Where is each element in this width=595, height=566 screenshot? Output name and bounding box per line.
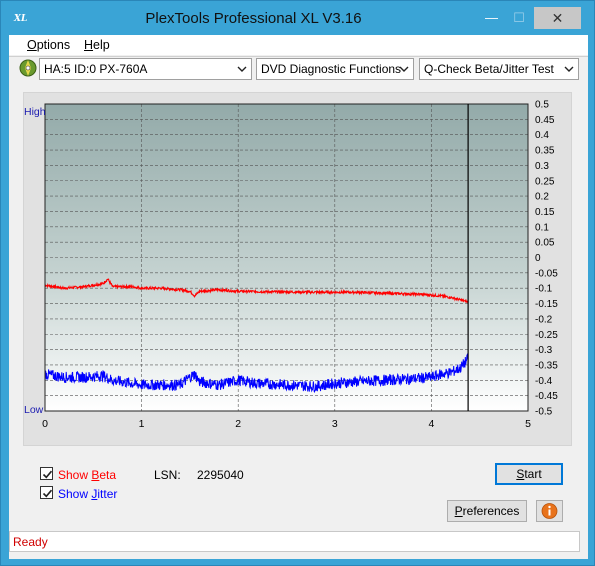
x-tick-label: 2 [235,418,241,430]
menu-options-mnemonic: O [27,38,37,52]
controls-panel: Show Beta Show Jitter LSN: 2295040 Start… [9,453,588,528]
y-tick-label: 0.35 [535,146,555,157]
x-tick-label: 5 [525,418,531,430]
function-select-value: DVD Diagnostic Functions [261,62,402,76]
maximize-button[interactable]: ☐ [505,7,533,29]
high-label: High [24,106,46,118]
close-button[interactable]: ✕ [534,7,581,29]
y-tick-label: -0.1 [535,284,553,295]
x-tick-label: 4 [428,418,434,430]
drive-select[interactable]: HA:5 ID:0 PX-760A [39,58,252,80]
preferences-button[interactable]: Preferences [447,500,527,522]
minimize-button[interactable]: — [478,7,505,29]
preferences-rest: references [462,504,520,518]
start-rest: tart [524,467,542,481]
chevron-down-icon [237,66,247,72]
y-tick-label: -0.25 [535,330,558,341]
show-beta-label[interactable]: Show Beta [58,468,116,482]
show-beta-rest: eta [99,468,117,482]
info-button[interactable] [536,500,563,522]
status-text: Ready [13,535,48,549]
show-beta-prefix: Show [58,468,92,482]
checkmark-icon [42,489,53,498]
test-select-value: Q-Check Beta/Jitter Test [424,62,554,76]
test-select[interactable]: Q-Check Beta/Jitter Test [419,58,579,80]
y-tick-label: 0.1 [535,222,549,233]
lsn-value: 2295040 [197,468,244,482]
title-bar[interactable]: XL PlexTools Professional XL V3.16 — ☐ ✕ [1,1,594,37]
low-label: Low [24,404,44,416]
y-tick-label: 0.3 [535,161,549,172]
y-tick-label: -0.2 [535,314,553,325]
y-tick-label: -0.3 [535,345,553,356]
disc-drive-icon [19,59,37,77]
chevron-down-icon [564,66,574,72]
show-jitter-prefix: Show [58,487,92,501]
menu-options-rest: ptions [36,38,71,52]
toolbar-divider [9,56,588,57]
menu-bar: Options Help [9,35,588,55]
x-tick-label: 0 [42,418,48,430]
grid-lines [45,104,528,411]
show-jitter-rest: itter [97,487,118,501]
lsn-label: LSN: [154,468,181,482]
menu-help[interactable]: Help [84,38,110,52]
y-tick-label: 0.2 [535,192,549,203]
y-tick-label: -0.4 [535,376,553,387]
y-tick-label: 0.5 [535,100,549,111]
menu-help-rest: elp [93,38,110,52]
y-tick-label: 0 [535,253,541,264]
drive-select-value: HA:5 ID:0 PX-760A [44,62,148,76]
beta-jitter-chart: 0.5 0.45 0.4 0.35 0.3 0.25 0.2 0.15 0.1 0.05 0 -0.0… [24,100,558,431]
y-tick-label: 0.15 [535,207,555,218]
start-button[interactable]: Start [495,463,563,485]
chart-panel: 0.5 0.45 0.4 0.35 0.3 0.25 0.2 0.15 0.1 0.05 0 -0.0… [23,92,572,446]
y-tick-label: -0.5 [535,407,553,418]
menu-options[interactable]: Options [27,38,70,52]
function-select[interactable]: DVD Diagnostic Functions [256,58,414,80]
y-tick-label: 0.25 [535,176,555,187]
y-tick-label: 0.05 [535,238,555,249]
y-tick-label: 0.4 [535,130,549,141]
y-tick-label: 0.45 [535,115,555,126]
menu-help-mnemonic: H [84,38,94,52]
chevron-down-icon [399,66,409,72]
y-tick-label: -0.05 [535,268,558,279]
info-icon [541,503,558,519]
status-bar: Ready [9,531,580,552]
y-tick-label: -0.45 [535,391,558,402]
y-tick-label: -0.15 [535,299,558,310]
x-tick-label: 3 [332,418,338,430]
app-window: XL PlexTools Professional XL V3.16 — ☐ ✕… [0,0,595,566]
window-title: PlexTools Professional XL V3.16 [145,10,362,27]
preferences-mnemonic: P [454,504,463,518]
x-tick-label: 1 [139,418,145,430]
y-tick-label: -0.35 [535,360,558,371]
checkmark-icon [42,470,53,479]
show-beta-checkbox[interactable] [40,467,53,480]
show-jitter-label[interactable]: Show Jitter [58,487,117,501]
client-area: Options Help HA:5 ID:0 PX-760A DVD Diagn… [9,35,588,559]
show-jitter-checkbox[interactable] [40,486,53,499]
